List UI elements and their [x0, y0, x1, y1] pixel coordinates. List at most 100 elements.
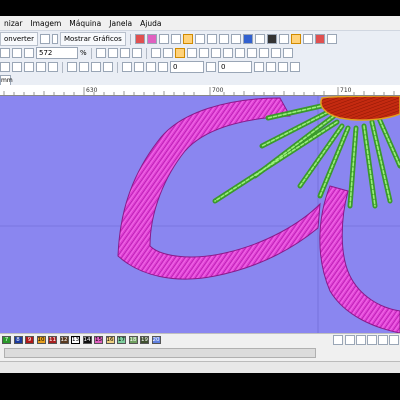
grid-tool-icon[interactable]: [206, 34, 217, 44]
select-tool-icon[interactable]: [182, 34, 193, 44]
ruler-label-630: 630: [86, 87, 98, 94]
apply-icon[interactable]: [254, 62, 264, 72]
satin-tool-icon[interactable]: [158, 34, 169, 44]
color-swatch-15[interactable]: 15: [94, 336, 103, 344]
save-palette-icon[interactable]: [378, 335, 388, 345]
skew-icon[interactable]: [24, 62, 34, 72]
list-tool-icon[interactable]: [290, 34, 301, 44]
menu-item-organizar[interactable]: nizar: [0, 19, 26, 28]
ruler-ticks: 630 700 710: [3, 87, 395, 95]
menu-item-janela[interactable]: Janela: [105, 19, 136, 28]
color-swatch-7[interactable]: 7: [2, 336, 11, 344]
distort-icon[interactable]: [36, 62, 46, 72]
color-swatch-9[interactable]: 9: [25, 336, 34, 344]
design-canvas[interactable]: [0, 96, 400, 333]
color-swatch-18[interactable]: 18: [128, 336, 138, 344]
horizontal-scrollbar[interactable]: [4, 348, 316, 358]
box-select-icon[interactable]: [186, 48, 197, 58]
horizontal-scroll-area: [0, 345, 400, 361]
run-tool-icon[interactable]: [170, 34, 181, 44]
color-swatch-13[interactable]: 13: [71, 336, 80, 344]
rotate-icon[interactable]: [150, 48, 161, 58]
undo-icon[interactable]: [0, 48, 10, 58]
toolbar-separator: [117, 61, 118, 73]
color-swatch-12[interactable]: 12: [59, 336, 69, 344]
color-swatch-10[interactable]: 10: [36, 336, 46, 344]
stitch-player-icon[interactable]: [282, 48, 293, 58]
color-swatch-16[interactable]: 16: [105, 336, 115, 344]
text-tool-icon[interactable]: [242, 34, 253, 44]
scissor-icon[interactable]: [67, 62, 77, 72]
transform-x-icon[interactable]: [122, 62, 132, 72]
transform-y-icon[interactable]: [134, 62, 144, 72]
arrow-left-icon[interactable]: [345, 335, 355, 345]
color-swatch-19[interactable]: 19: [140, 336, 149, 344]
color-swatch-17[interactable]: 17: [117, 336, 126, 344]
main-toolbar: onverter Mostrar Gráficos: [0, 30, 400, 47]
color-order-icon[interactable]: [270, 48, 281, 58]
toolbar-separator: [90, 47, 92, 59]
view-tool-icon[interactable]: [254, 34, 265, 44]
menu-item-maquina[interactable]: Máquina: [65, 19, 105, 28]
tab-mm[interactable]: mm: [0, 75, 13, 85]
zoom-input[interactable]: 572: [36, 47, 78, 59]
globe-icon[interactable]: [39, 34, 50, 44]
color-swatch-14[interactable]: 14: [82, 336, 92, 344]
lock-ratio-icon[interactable]: [266, 62, 276, 72]
lock-icon[interactable]: [234, 48, 245, 58]
palette-dropdown-icon[interactable]: [333, 335, 343, 345]
layers-tool-icon[interactable]: [278, 34, 289, 44]
paste-icon[interactable]: [91, 62, 101, 72]
checkbox-icon[interactable]: [198, 48, 209, 58]
zoom-icon[interactable]: [24, 48, 34, 58]
color-swatch-8[interactable]: 8: [13, 336, 23, 344]
node-tool-icon[interactable]: [194, 34, 205, 44]
export-tool-icon[interactable]: [326, 34, 337, 44]
scale-icon[interactable]: [12, 62, 22, 72]
palette-tool-icon[interactable]: [314, 34, 325, 44]
embroidery-design: [0, 96, 400, 333]
image-tool-icon[interactable]: [230, 34, 241, 44]
fill-tool-icon[interactable]: [146, 34, 157, 44]
copy-icon[interactable]: [79, 62, 89, 72]
window-tool-icon[interactable]: [302, 34, 313, 44]
move-icon[interactable]: [0, 62, 10, 72]
align-left-icon[interactable]: [95, 48, 106, 58]
arrange-icon[interactable]: [48, 62, 58, 72]
menu-item-imagem[interactable]: Imagem: [26, 19, 65, 28]
menu-item-ajuda[interactable]: Ajuda: [136, 19, 165, 28]
arrow-right-icon[interactable]: [356, 335, 366, 345]
window-bottom-edge: [0, 373, 400, 400]
height-icon[interactable]: [206, 62, 216, 72]
width-field[interactable]: 0: [170, 61, 204, 73]
align-right-icon[interactable]: [119, 48, 130, 58]
snap-icon[interactable]: [278, 62, 288, 72]
converter-button[interactable]: onverter: [0, 32, 38, 46]
pointer-icon[interactable]: [174, 48, 185, 58]
thread-chart-icon[interactable]: [389, 335, 399, 345]
table-tool-icon[interactable]: [218, 34, 229, 44]
dropdown-arrow-icon[interactable]: [51, 34, 58, 44]
options-icon[interactable]: [290, 62, 300, 72]
ungroup-icon[interactable]: [222, 48, 233, 58]
height-field[interactable]: 0: [218, 61, 252, 73]
ruler-label-710: 710: [340, 87, 352, 94]
sequence-icon[interactable]: [258, 48, 269, 58]
window-top-edge: [0, 0, 400, 16]
print-icon[interactable]: [367, 335, 377, 345]
width-icon[interactable]: [158, 62, 168, 72]
delete-icon[interactable]: [103, 62, 113, 72]
toolbar-separator: [62, 61, 63, 73]
mirror-icon[interactable]: [131, 48, 142, 58]
align-center-icon[interactable]: [107, 48, 118, 58]
flip-icon[interactable]: [162, 48, 173, 58]
angle-icon[interactable]: [146, 62, 156, 72]
stitch-tool-icon[interactable]: [134, 34, 145, 44]
properties-icon[interactable]: [246, 48, 257, 58]
group-icon[interactable]: [210, 48, 221, 58]
camera-tool-icon[interactable]: [266, 34, 277, 44]
redo-icon[interactable]: [12, 48, 22, 58]
color-swatch-20[interactable]: 20: [151, 336, 161, 344]
color-swatch-11[interactable]: 11: [48, 336, 57, 344]
mostrar-graficos-button[interactable]: Mostrar Gráficos: [59, 32, 126, 46]
